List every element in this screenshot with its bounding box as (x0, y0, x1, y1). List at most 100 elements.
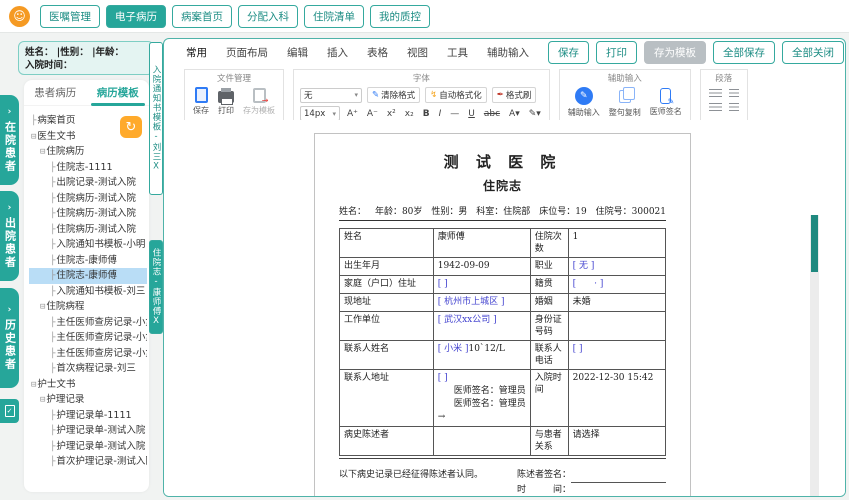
close-icon[interactable]: X (151, 316, 161, 327)
action-button-全部保存[interactable]: 全部保存 (713, 41, 775, 64)
field-value[interactable]: [ 武汉xx公司 ] (432, 311, 531, 341)
font-tool-清除格式[interactable]: ✎ 清除格式 (367, 87, 421, 103)
refresh-button[interactable]: ↻ (120, 116, 142, 138)
tree-item[interactable]: ├住院志-康师傅 (29, 268, 147, 284)
module-tab-分配入科[interactable]: 分配入科 (238, 4, 298, 28)
ribbon-button-医师签名[interactable]: 医师签名 (650, 88, 682, 117)
vertical-scrollbar[interactable] (810, 215, 819, 496)
collapse-minus-icon[interactable]: ⊟ (31, 380, 36, 390)
tree-item[interactable]: ├护理记录单-1111 (29, 408, 147, 424)
tree-item[interactable]: ├入院通知书模板-小明 (29, 237, 147, 253)
field-run[interactable]: [ ] (573, 344, 583, 354)
tree-item[interactable]: ├护理记录单-测试入院 (29, 423, 147, 439)
field-run[interactable]: [ 小米 ] (438, 344, 469, 354)
field-value[interactable]: [ 小米 ]10`12/L (432, 340, 531, 370)
field-run[interactable]: [ 无 ] (573, 261, 595, 271)
font-tool-自动格式化[interactable]: ↯ 自动格式化 (425, 87, 487, 103)
action-button-全部关闭[interactable]: 全部关闭 (782, 41, 844, 64)
tree-item[interactable]: ├出院记录-测试入院 (29, 175, 147, 191)
menu-工具[interactable]: 工具 (447, 45, 468, 60)
ribbon-button-辅助输入[interactable]: ✎ 辅助输入 (568, 87, 600, 118)
action-button-打印[interactable]: 打印 (596, 41, 637, 64)
align-left-icon[interactable] (708, 89, 722, 98)
field-value[interactable]: [ 无 ] (567, 257, 667, 276)
tree-item[interactable]: ├护理记录单-测试入院 (29, 439, 147, 455)
collapse-minus-icon[interactable]: ⊟ (40, 302, 45, 312)
tree-item[interactable]: ⊟护理记录 (29, 392, 147, 408)
field-run[interactable]: [ 杭州市上城区 ] (438, 297, 505, 307)
format-icon-A⁻[interactable]: A⁻ (367, 109, 378, 119)
panel-tab-患者病历[interactable]: 患者病历 (32, 81, 78, 104)
module-tab-我的质控[interactable]: 我的质控 (370, 4, 430, 28)
font-tool-格式刷[interactable]: ✒ 格式刷 (491, 87, 537, 103)
module-tab-病案首页[interactable]: 病案首页 (172, 4, 232, 28)
format-icon-U[interactable]: U (468, 109, 475, 119)
field-value[interactable]: [ ] 医师签名：管理员 医师签名：管理员 → (432, 369, 531, 427)
field-value[interactable]: [ · ] (567, 275, 667, 294)
field-value[interactable]: 康师傅 (432, 228, 531, 258)
ribbon-button-打印[interactable]: 打印 (218, 87, 234, 116)
collapse-minus-icon[interactable]: ⊟ (31, 132, 36, 142)
tree-item[interactable]: ├住院病历-测试入院 (29, 222, 147, 238)
tree-item[interactable]: ├首次病程记录-刘三 (29, 361, 147, 377)
menu-编辑[interactable]: 编辑 (287, 45, 308, 60)
collapse-minus-icon[interactable]: ⊟ (40, 395, 45, 405)
menu-辅助输入[interactable]: 辅助输入 (487, 45, 529, 60)
format-icon-—[interactable]: — (450, 109, 459, 119)
menu-视图[interactable]: 视图 (407, 45, 428, 60)
tree-item[interactable]: ⊟住院病程 (29, 299, 147, 315)
module-tab-电子病历[interactable]: 电子病历 (106, 4, 166, 28)
format-icon-A▾[interactable]: A▾ (509, 109, 520, 119)
format-icon-x₂[interactable]: x₂ (405, 109, 414, 119)
ribbon-button-存为模板[interactable]: 存为模板 (243, 87, 275, 116)
module-tab-住院清单[interactable]: 住院清单 (304, 4, 364, 28)
field-value[interactable]: [ 杭州市上城区 ] (432, 293, 531, 312)
tree-item[interactable]: ├首次护理记录-测试入院 (29, 454, 147, 470)
format-icon-I[interactable]: I (439, 109, 442, 119)
tree-item[interactable]: ⊟住院病历 (29, 144, 147, 160)
menu-表格[interactable]: 表格 (367, 45, 388, 60)
document-tab-入院通知书模板-刘三[interactable]: 入院通知书模板-刘三X (149, 42, 163, 195)
tree-item[interactable]: ├主任医师查房记录-小盒 (29, 330, 147, 346)
tree-item[interactable]: ├入院通知书模板-刘三 (29, 284, 147, 300)
format-icon-B[interactable]: B (423, 109, 430, 119)
ribbon-button-保存[interactable]: 保存 (193, 87, 209, 116)
field-value[interactable] (567, 311, 667, 341)
ribbon-button-整句复制[interactable]: 整句复制 (609, 86, 641, 118)
side-tab-历史患者[interactable]: › 历史患者 (0, 288, 19, 388)
tree-item[interactable]: ├住院病历-测试入院 (29, 206, 147, 222)
side-tab-在院患者[interactable]: › 在院患者 (0, 95, 19, 185)
field-value[interactable]: 1 (567, 228, 667, 258)
tree-item[interactable]: ├主任医师查房记录-小盒 (29, 315, 147, 331)
align-right-icon[interactable] (728, 89, 739, 98)
clipboard-tool-button[interactable]: ✓ (0, 399, 19, 423)
menu-插入[interactable]: 插入 (327, 45, 348, 60)
close-icon[interactable]: X (151, 161, 161, 172)
action-button-保存[interactable]: 保存 (548, 41, 589, 64)
module-tab-医嘱管理[interactable]: 医嘱管理 (40, 4, 100, 28)
collapse-minus-icon[interactable]: ⊟ (40, 147, 45, 157)
document-tab-住院志-康师傅[interactable]: 住院志-康师傅X (149, 240, 163, 334)
menu-页面布局[interactable]: 页面布局 (226, 45, 268, 60)
panel-tab-病历模板[interactable]: 病历模板 (90, 81, 145, 106)
side-tab-出院患者[interactable]: › 出院患者 (0, 191, 19, 281)
format-icon-A⁺[interactable]: A⁺ (347, 109, 358, 119)
align-justify-icon[interactable] (728, 103, 739, 112)
field-value[interactable]: [ ] (567, 340, 667, 370)
field-value[interactable]: 2022-12-30 15:42 (567, 369, 667, 427)
format-icon-x²[interactable]: x² (387, 109, 396, 119)
field-value[interactable]: [ ] (432, 275, 531, 294)
field-run[interactable]: [ ] (438, 279, 448, 289)
field-run[interactable]: [ ] (438, 373, 448, 383)
time-line[interactable] (571, 489, 666, 496)
tree-item[interactable]: ⊟护士文书 (29, 377, 147, 393)
field-run[interactable]: [ · ] (573, 279, 604, 289)
tree-item[interactable]: ├住院病历-测试入院 (29, 191, 147, 207)
tree-item[interactable]: ├主任医师查房记录-小盒 (29, 346, 147, 362)
font-family-select[interactable]: 无 ▾ (300, 87, 362, 103)
format-icon-abc[interactable]: abc (484, 109, 500, 119)
field-value[interactable]: 请选择 (567, 426, 667, 456)
menu-常用[interactable]: 常用 (186, 45, 207, 60)
field-value[interactable]: 1942-09-09 (432, 257, 531, 276)
font-size-select[interactable]: 14px ▾ (300, 106, 340, 121)
